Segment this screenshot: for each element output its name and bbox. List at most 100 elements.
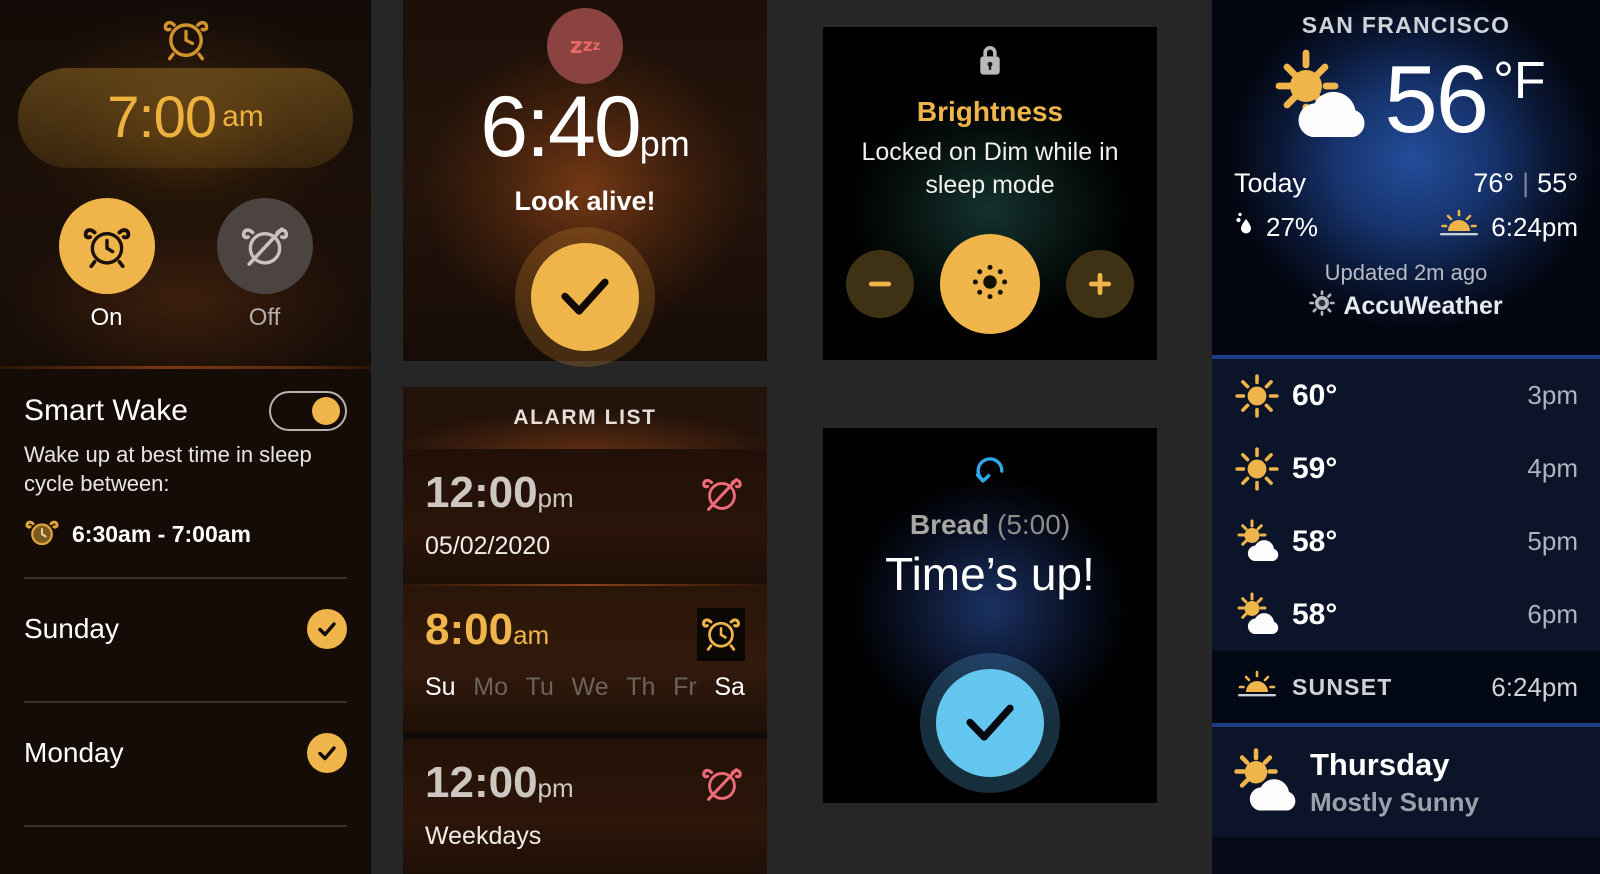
- alarm-row-time: 12:00pm: [425, 761, 574, 805]
- weather-brand-name: AccuWeather: [1343, 292, 1502, 321]
- weather-hour-row[interactable]: 59° 4pm: [1212, 432, 1600, 505]
- alarm-off-icon[interactable]: [699, 471, 745, 522]
- weather-daily-name: Thursday: [1310, 747, 1479, 783]
- alarm-row-subtitle: 05/02/2020: [425, 532, 745, 561]
- lock-icon: [823, 43, 1157, 82]
- smart-wake-range[interactable]: 6:30am - 7:00am: [24, 514, 347, 555]
- weather-sunset: 6:24pm: [1437, 209, 1578, 246]
- alarm-time-pill[interactable]: 7:00 am: [18, 68, 353, 168]
- sun-icon: [1234, 373, 1292, 419]
- sleep-time-meridiem: pm: [640, 123, 690, 164]
- brightness-controls: [823, 234, 1157, 334]
- alarm-row-time: 12:00pm: [425, 471, 574, 515]
- alarm-clock-icon[interactable]: [697, 608, 745, 661]
- weather-hour-temp: 58°: [1292, 525, 1402, 559]
- timer-name: Bread: [910, 509, 989, 540]
- weather-daily-description: Mostly Sunny: [1310, 787, 1479, 818]
- timer-label: Bread (5:00): [823, 509, 1157, 541]
- weather-hour-time: 5pm: [1527, 526, 1578, 557]
- day-abbr: Mo: [473, 673, 508, 702]
- alarm-row-time-meridiem: am: [513, 620, 549, 650]
- accuweather-logo-icon: [1309, 290, 1335, 323]
- sleep-alarm-time: 6:40pm: [403, 78, 767, 177]
- weather-brand[interactable]: AccuWeather: [1212, 290, 1600, 323]
- timer-dismiss-ring: [920, 653, 1060, 793]
- weather-hour-row[interactable]: 60° 3pm: [1212, 359, 1600, 432]
- alarm-list-header: ALARM LIST: [403, 387, 767, 449]
- day-row-monday[interactable]: Monday: [24, 703, 347, 803]
- weather-hour-row[interactable]: 58° 5pm: [1212, 505, 1600, 578]
- alarm-off-button[interactable]: Off: [217, 198, 313, 332]
- weather-sunset-row[interactable]: SUNSET 6:24pm: [1212, 651, 1600, 723]
- weather-daily-row[interactable]: Thursday Mostly Sunny: [1212, 727, 1600, 837]
- alarm-row-subtitle: Weekdays: [425, 822, 745, 851]
- timer-card: Bread (5:00) Time’s up!: [823, 428, 1157, 803]
- weather-today-row: Today 76°|55°: [1212, 168, 1600, 199]
- day-abbr: Su: [425, 673, 456, 702]
- weather-current-section[interactable]: SAN FRANCISCO 56 °F: [1212, 0, 1600, 355]
- alarm-row-time-value: 8:00: [425, 605, 513, 654]
- brightness-decrease-button[interactable]: [846, 250, 914, 318]
- checkmark-icon[interactable]: [307, 733, 347, 773]
- day-abbr: Tu: [526, 673, 554, 702]
- brightness-subtitle: Locked on Dim while in sleep mode: [823, 136, 1157, 202]
- weather-panel: SAN FRANCISCO 56 °F: [1212, 0, 1600, 874]
- alarm-list-row[interactable]: 12:00pm 05/02/2020: [403, 449, 767, 584]
- brightness-level-button[interactable]: [940, 234, 1040, 334]
- raindrop-icon: [1234, 211, 1256, 244]
- weather-precip-sunset-row: 27% 6:24pm: [1212, 209, 1600, 246]
- alarm-off-label: Off: [249, 304, 281, 332]
- dismiss-alarm-button[interactable]: [531, 243, 639, 351]
- zzz-sleep-icon: zzz: [547, 8, 623, 84]
- smart-wake-toggle[interactable]: [269, 391, 347, 431]
- alarm-row-days: Su Mo Tu We Th Fr Sa: [425, 673, 745, 702]
- restart-icon[interactable]: [823, 450, 1157, 497]
- sunset-icon: [1234, 669, 1292, 706]
- toggle-knob: [312, 397, 340, 425]
- alarm-state-toggle-row: On Off: [0, 198, 371, 332]
- alarm-row-time-value: 12:00: [425, 758, 538, 807]
- brightness-timer-panel: Brightness Locked on Dim while in sleep …: [790, 0, 1190, 874]
- sun-behind-cloud-icon: [1234, 518, 1292, 566]
- brightness-increase-button[interactable]: [1066, 250, 1134, 318]
- alarm-list-card: ALARM LIST 12:00pm 05/02: [403, 387, 767, 874]
- alarm-clock-icon: [24, 514, 60, 555]
- sleep-alarm-panel: zzz 6:40pm Look alive! ALARM LIST 12:00p…: [403, 0, 767, 874]
- day-abbr: Sa: [714, 673, 745, 702]
- sun-icon: [1234, 446, 1292, 492]
- weather-low: 55°: [1537, 168, 1578, 198]
- weather-temperature: 56: [1384, 52, 1487, 148]
- weather-hour-row[interactable]: 58° 6pm: [1212, 578, 1600, 651]
- timer-dismiss-button[interactable]: [936, 669, 1044, 777]
- weather-hour-time: 4pm: [1527, 453, 1578, 484]
- list-divider: [24, 825, 347, 827]
- alarm-off-icon[interactable]: [699, 761, 745, 812]
- checkmark-icon: [553, 263, 617, 332]
- weather-unit: °F: [1493, 51, 1546, 111]
- weather-sunset-time: 6:24pm: [1491, 212, 1578, 243]
- alarm-list-row[interactable]: 8:00am Su Mo Tu: [403, 586, 767, 733]
- day-abbr: Th: [626, 673, 655, 702]
- alarm-on-button[interactable]: On: [59, 198, 155, 332]
- smart-wake-header: Smart Wake: [24, 391, 347, 431]
- checkmark-icon[interactable]: [307, 609, 347, 649]
- smart-wake-range-text: 6:30am - 7:00am: [72, 521, 251, 548]
- alarm-off-icon: [217, 198, 313, 294]
- screen-root: 7:00 am On: [0, 0, 1600, 874]
- dismiss-ring: [515, 227, 655, 367]
- timer-duration: (5:00): [997, 509, 1070, 540]
- day-abbr: We: [572, 673, 609, 702]
- alarm-list-row[interactable]: 12:00pm Weekdays: [403, 739, 767, 874]
- day-row-sunday[interactable]: Sunday: [24, 579, 347, 679]
- weather-hilo-separator: |: [1522, 168, 1529, 198]
- alarm-row-top: 8:00am: [425, 608, 745, 661]
- smart-wake-title: Smart Wake: [24, 394, 188, 428]
- alarm-meridiem: am: [222, 100, 264, 136]
- weather-precip-value: 27%: [1266, 212, 1318, 243]
- weather-precip: 27%: [1234, 211, 1318, 244]
- weather-hour-temp: 60°: [1292, 379, 1402, 413]
- alarm-settings-panel: 7:00 am On: [0, 0, 371, 874]
- weather-high-low: 76°|55°: [1473, 168, 1578, 199]
- alarm-row-time: 8:00am: [425, 608, 549, 652]
- day-label: Monday: [24, 737, 124, 769]
